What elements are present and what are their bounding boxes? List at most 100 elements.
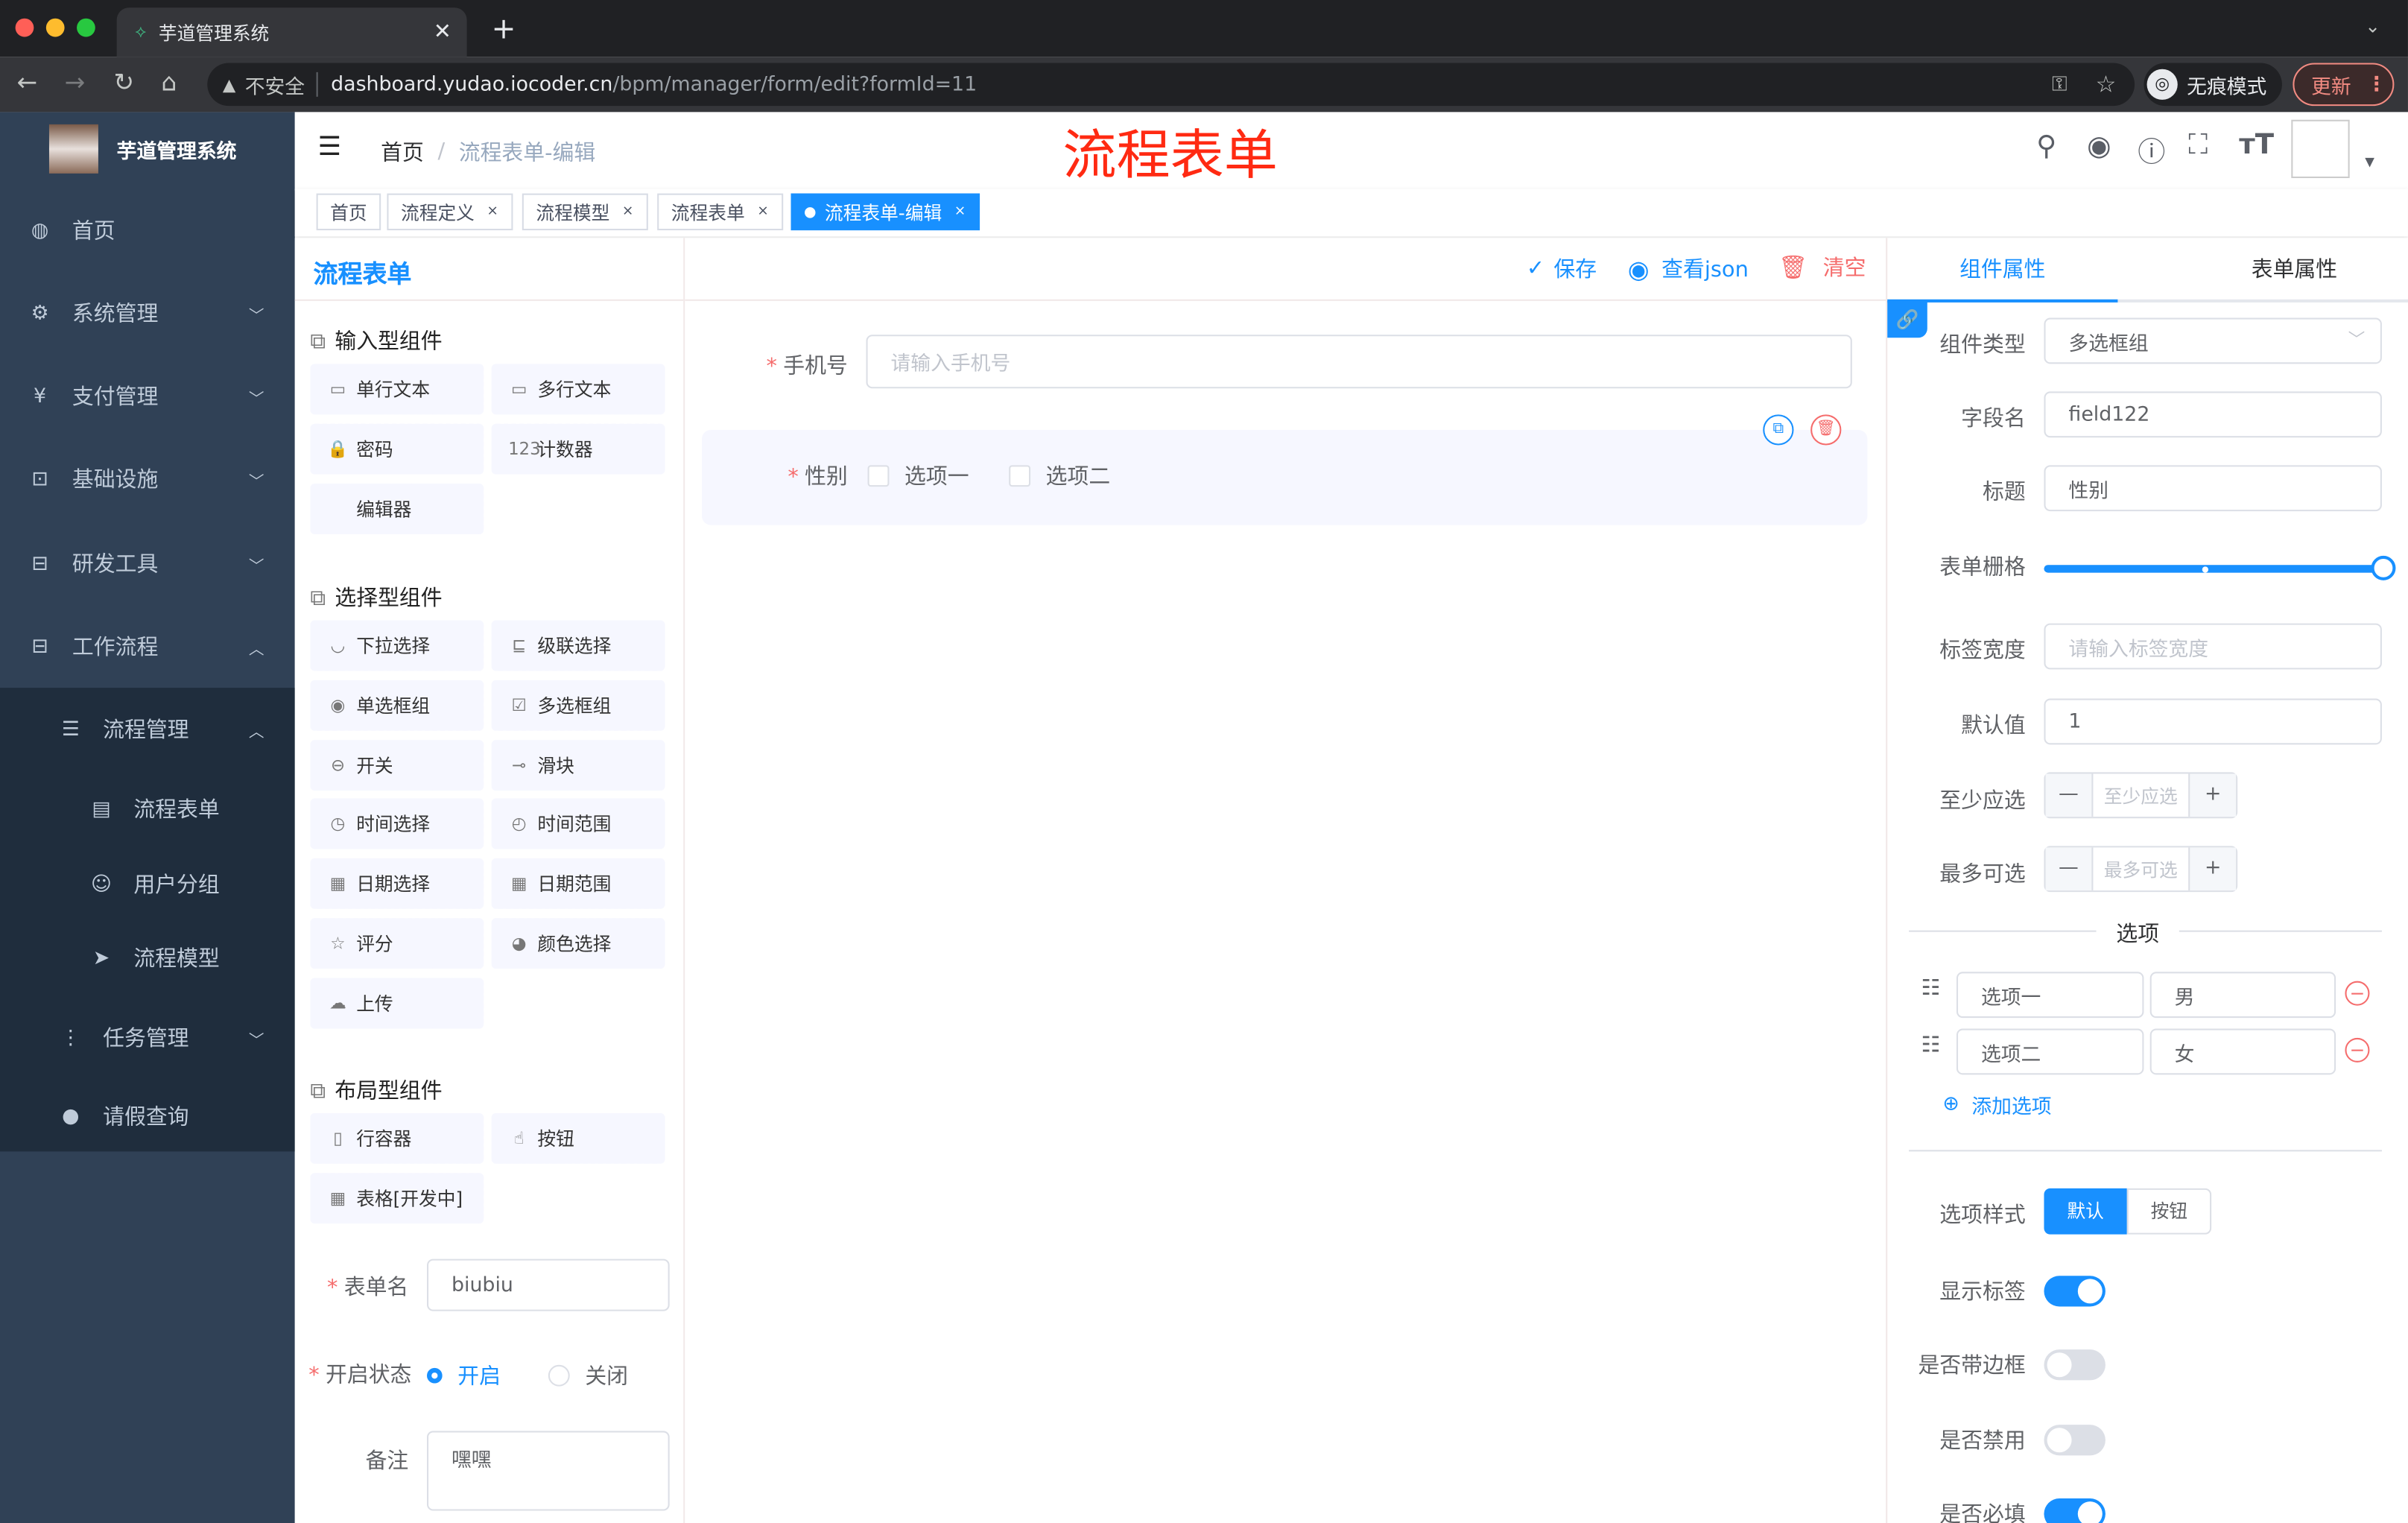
sidebar-item-system[interactable]: ⚙ 系统管理 ﹀ (0, 272, 295, 355)
minimize-window-button[interactable] (45, 18, 65, 37)
option1-checkbox[interactable]: 选项一 (867, 460, 969, 491)
slider-handle[interactable] (2371, 555, 2396, 580)
remark-textarea[interactable]: 嘿嘿 (427, 1431, 670, 1511)
fullscreen-icon[interactable]: ⛶ (2188, 129, 2208, 161)
close-tab-icon[interactable]: ✕ (434, 20, 452, 45)
option-label-input[interactable]: 选项一 (1956, 972, 2144, 1019)
option-label-input[interactable]: 选项二 (1956, 1028, 2144, 1075)
github-icon[interactable]: ◉ (2087, 130, 2111, 162)
close-icon[interactable]: × (622, 204, 634, 220)
component-item[interactable]: ◕ 颜色选择 (491, 918, 665, 969)
phone-input[interactable]: 请输入手机号 (866, 335, 1852, 389)
component-item[interactable]: ▯ 行容器 (310, 1112, 484, 1164)
sidebar-item-process-model[interactable]: ➤ 流程模型 (0, 916, 295, 999)
key-icon[interactable]: ⚿ (2052, 73, 2067, 96)
disabled-switch[interactable] (2044, 1425, 2106, 1456)
tag-process-definition[interactable]: 流程定义 × (387, 193, 513, 231)
component-item[interactable]: ▦ 日期选择 (310, 858, 484, 910)
drag-handle-icon[interactable]: ☷ (1921, 976, 1941, 1001)
add-option-button[interactable]: ⊕ 添加选项 (1942, 1090, 2051, 1119)
maximize-window-button[interactable] (77, 18, 95, 37)
stepper-placeholder[interactable]: 至少应选 (2093, 782, 2188, 808)
label-width-input[interactable]: 请输入标签宽度 (2044, 623, 2382, 670)
more-menu-icon[interactable]: ⋮ (2366, 73, 2386, 96)
grid-slider[interactable] (2044, 555, 2396, 580)
drag-handle-icon[interactable]: ☷ (1921, 1033, 1941, 1058)
option-value-input[interactable]: 男 (2149, 972, 2336, 1019)
tab-form-props[interactable]: 表单属性 (2179, 238, 2408, 299)
update-button[interactable]: 更新 ⋮ (2293, 63, 2395, 107)
avatar[interactable] (2291, 119, 2350, 179)
sidebar-item-pay[interactable]: ¥ 支付管理 ﹀ (0, 355, 295, 437)
component-item[interactable]: ▦ 日期范围 (491, 858, 665, 910)
hamburger-icon[interactable]: ☰ (318, 132, 341, 162)
show-label-switch[interactable] (2044, 1276, 2106, 1307)
view-json-button[interactable]: ◉ 查看json (1628, 253, 1749, 284)
component-item[interactable]: ☆ 评分 (310, 918, 484, 969)
sidebar-item-process-mgmt[interactable]: ☰ 流程管理 ︿ (0, 688, 295, 770)
caret-down-icon[interactable]: ▼ (2365, 155, 2374, 169)
tag-process-model[interactable]: 流程模型 × (522, 193, 647, 231)
component-item[interactable]: ☑ 多选框组 (491, 680, 665, 731)
remove-option-icon[interactable]: − (2345, 1037, 2370, 1063)
plus-button[interactable]: + (2188, 847, 2237, 891)
sidebar-item-leave[interactable]: ● 请假查询 (0, 1074, 295, 1157)
stepper-placeholder[interactable]: 最多可选 (2093, 856, 2188, 882)
selected-field-gender[interactable]: * 性别 选项一 选项二 (701, 429, 1868, 525)
delete-icon[interactable]: 🗑 (1810, 414, 1842, 446)
sidebar-item-home[interactable]: ◍ 首页 (0, 189, 295, 271)
close-window-button[interactable] (15, 18, 34, 37)
chevron-down-icon[interactable]: ﹀ (2348, 327, 2366, 352)
home-icon[interactable]: ⌂ (161, 68, 177, 97)
tag-process-form-edit[interactable]: 流程表单-编辑 × (790, 193, 980, 231)
breadcrumb-home[interactable]: 首页 (381, 136, 424, 167)
forward-icon[interactable]: → (65, 68, 86, 97)
field-name-input[interactable]: field122 (2044, 391, 2382, 438)
back-icon[interactable]: ← (17, 68, 38, 97)
minus-button[interactable]: — (2045, 847, 2094, 891)
tag-process-form[interactable]: 流程表单 × (657, 193, 783, 231)
tab-list-chevron-icon[interactable]: ⌄ (2365, 16, 2380, 37)
component-item[interactable]: ◉ 单选框组 (310, 680, 484, 731)
component-item[interactable]: ▦ 表格[开发中] (310, 1172, 484, 1223)
copy-icon[interactable]: ⧉ (1763, 414, 1794, 446)
tag-home[interactable]: 首页 (316, 193, 381, 231)
status-on-radio[interactable]: 开启 (427, 1361, 501, 1391)
required-switch[interactable] (2044, 1498, 2106, 1523)
style-default-button[interactable]: 默认 (2044, 1188, 2127, 1235)
option-value-input[interactable]: 女 (2149, 1028, 2336, 1075)
sidebar-item-process-form[interactable]: ▤ 流程表单 (0, 767, 295, 850)
save-button[interactable]: ✓ 保存 (1527, 253, 1597, 284)
help-icon[interactable]: ⓘ (2138, 130, 2165, 171)
component-item[interactable]: ▭ 单行文本 (310, 364, 484, 415)
component-type-select[interactable]: 多选框组 (2044, 317, 2382, 364)
component-item[interactable]: ☁ 上传 (310, 978, 484, 1029)
incognito-badge[interactable]: ◎ 无痕模式 (2144, 63, 2282, 107)
close-icon[interactable]: × (954, 204, 966, 220)
url-bar[interactable]: ▲ 不安全 dashboard.yudao.iocoder.cn/bpm/man… (207, 63, 2135, 107)
sidebar-item-devtools[interactable]: ⊟ 研发工具 ﹀ (0, 522, 295, 605)
component-item[interactable]: ◴ 时间范围 (491, 799, 665, 850)
form-name-input[interactable]: biubiu (427, 1258, 670, 1311)
plus-button[interactable]: + (2188, 773, 2237, 817)
search-icon[interactable]: ⚲ (2036, 130, 2056, 162)
new-tab-button[interactable]: + (492, 12, 516, 45)
sidebar-item-task-mgmt[interactable]: ⋮ 任务管理 ﹀ (0, 996, 295, 1079)
component-item[interactable]: 123 计数器 (491, 423, 665, 475)
sidebar-item-infra[interactable]: ⊡ 基础设施 ﹀ (0, 437, 295, 520)
component-item[interactable]: ⊸ 滑块 (491, 739, 665, 791)
close-icon[interactable]: × (487, 204, 498, 220)
component-item[interactable]: ☝ 按钮 (491, 1112, 665, 1164)
status-off-radio[interactable]: 关闭 (548, 1361, 628, 1391)
border-switch[interactable] (2044, 1349, 2106, 1381)
minus-button[interactable]: — (2045, 773, 2094, 817)
remove-option-icon[interactable]: − (2345, 981, 2370, 1006)
max-select-stepper[interactable]: — 最多可选 + (2044, 846, 2238, 893)
component-item[interactable]: 🔒 密码 (310, 423, 484, 475)
close-icon[interactable]: × (757, 204, 769, 220)
component-item[interactable]: 编辑器 (310, 483, 484, 534)
option2-checkbox[interactable]: 选项二 (1009, 460, 1110, 491)
style-button-button[interactable]: 按钮 (2126, 1188, 2212, 1235)
default-value-input[interactable]: 1 (2044, 698, 2382, 745)
tab-component-props[interactable]: 组件属性 (1887, 238, 2118, 303)
